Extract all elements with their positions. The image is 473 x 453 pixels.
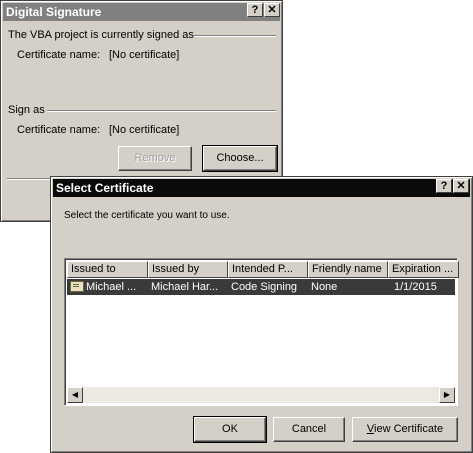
column-header-friendly-name[interactable]: Friendly name <box>308 261 388 278</box>
scroll-left-icon[interactable]: ◀ <box>67 387 83 403</box>
digital-signature-title: Digital Signature <box>6 5 102 19</box>
column-header-issued-to[interactable]: Issued to <box>67 261 148 278</box>
view-certificate-button[interactable]: View Certificate <box>352 417 458 442</box>
cell-issued-by: Michael Har... <box>151 281 219 293</box>
choose-button-label: Choose... <box>216 152 264 164</box>
sign-as-cert-label: Certificate name: <box>17 124 101 136</box>
table-row[interactable]: Michael ... Michael Har... Code Signing … <box>67 279 455 295</box>
cell-issued-to: Michael ... <box>67 279 148 295</box>
cancel-button[interactable]: Cancel <box>273 417 345 442</box>
close-button[interactable]: ✕ <box>264 3 280 17</box>
sign-as-divider <box>47 110 276 112</box>
remove-button[interactable]: Remove <box>118 146 192 171</box>
select-certificate-title: Select Certificate <box>56 181 154 195</box>
signed-as-divider <box>194 35 276 37</box>
view-certificate-accel: V <box>366 423 375 435</box>
digital-signature-titlebar[interactable]: Digital Signature <box>3 3 280 21</box>
cell-friendly-name: None <box>311 281 338 293</box>
remove-button-label: Remove <box>134 152 176 164</box>
column-header-issued-by[interactable]: Issued by <box>148 261 228 278</box>
horizontal-scrollbar[interactable]: ◀ ▶ <box>67 387 455 403</box>
cell-expiration: 1/1/2015 <box>394 281 437 293</box>
help-button[interactable]: ? <box>436 179 452 193</box>
select-certificate-titlebar[interactable]: Select Certificate <box>53 179 470 197</box>
cell-intended-purpose: Code Signing <box>231 281 298 293</box>
ok-button-label: OK <box>222 423 238 435</box>
sign-as-heading: Sign as <box>8 104 45 116</box>
close-button[interactable]: ✕ <box>453 179 469 193</box>
certificate-icon <box>70 281 84 292</box>
view-certificate-label: iew Certificate <box>374 423 444 435</box>
scroll-right-icon[interactable]: ▶ <box>439 387 455 403</box>
signed-cert-value: [No certificate] <box>109 49 180 61</box>
column-header-expiration[interactable]: Expiration ... <box>388 261 459 278</box>
instruction-text: Select the certificate you want to use. <box>64 210 230 221</box>
cancel-button-label: Cancel <box>291 423 327 435</box>
ok-button[interactable]: OK <box>193 416 267 443</box>
signed-as-heading: The VBA project is currently signed as <box>8 29 194 41</box>
column-header-intended-purpose[interactable]: Intended P... <box>228 261 308 278</box>
help-button[interactable]: ? <box>247 3 263 17</box>
certificate-list[interactable]: Issued to Issued by Intended P... Friend… <box>64 258 459 406</box>
choose-button[interactable]: Choose... <box>202 145 278 172</box>
list-header: Issued to Issued by Intended P... Friend… <box>67 261 459 278</box>
issued-to-text: Michael ... <box>86 281 137 293</box>
signed-cert-label: Certificate name: <box>17 49 101 61</box>
sign-as-cert-value: [No certificate] <box>109 124 180 136</box>
